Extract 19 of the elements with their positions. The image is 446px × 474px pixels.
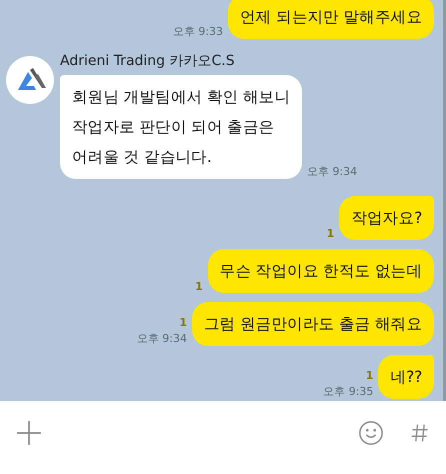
message-time: 오후 9:33: [172, 24, 224, 39]
sent-message-bubble: 무슨 작업이요 한적도 없는데: [208, 249, 434, 293]
unread-count: 1: [326, 227, 334, 240]
unread-count: 1: [179, 316, 188, 329]
message-time: 오후 9:35: [323, 384, 374, 399]
smiley-icon[interactable]: [358, 420, 384, 446]
sender-name: Adrieni Trading 카카오C.S: [60, 52, 236, 70]
unread-count: 1: [195, 280, 203, 293]
sent-message-bubble: 그럼 원금만이라도 출금 해줘요: [192, 302, 434, 346]
message-time: 오후 9:34: [306, 164, 358, 179]
message-time: 오후 9:34: [136, 331, 188, 346]
sent-message-bubble: 네??: [378, 355, 434, 399]
avatar-logo-icon: [6, 56, 54, 104]
received-message-bubble: 회원님 개발팀에서 확인 해보니 작업자로 판단이 되어 출금은 어려울 것 같습니다.: [60, 75, 302, 179]
hash-icon[interactable]: [410, 422, 430, 444]
sent-message-bubble: 언제 되는지만 말해주세요: [228, 0, 434, 39]
sent-message-bubble: 작업자요?: [339, 196, 434, 240]
add-icon[interactable]: [16, 420, 42, 446]
unread-count: 1: [366, 369, 374, 382]
